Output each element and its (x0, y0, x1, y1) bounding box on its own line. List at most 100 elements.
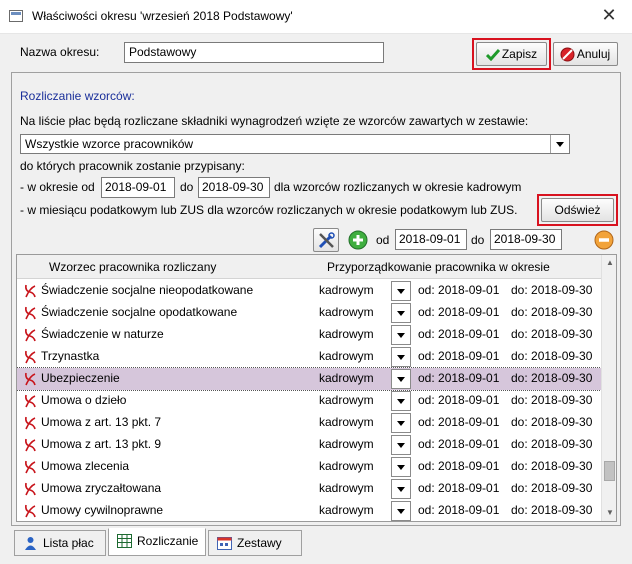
document-icon (25, 394, 36, 408)
table-row[interactable]: Umowa z art. 13 pkt. 7 kadrowym od: 2018-0… (17, 412, 601, 434)
template-name: Umowy cywilnoprawne (41, 503, 164, 517)
table-row[interactable]: Umowa o dzieło kadrowym od: 2018-09-01 do: … (17, 390, 601, 412)
assignment-dropdown[interactable] (391, 457, 411, 477)
check-icon (486, 49, 500, 61)
tools-button[interactable] (313, 228, 339, 252)
template-name: Świadczenie socjalne opodatkowane (41, 305, 238, 319)
period-to-date[interactable]: 2018-09-30 (198, 177, 270, 198)
table-row[interactable]: Trzynastka kadrowym od: 2018-09-01 do: 2018… (17, 346, 601, 368)
assignment-dropdown[interactable] (391, 435, 411, 455)
grid-header: Wzorzec pracownika rozliczany Przyporząd… (17, 255, 601, 279)
period-name-input[interactable]: Podstawowy (124, 42, 384, 63)
tab-rozliczanie[interactable]: Rozliczanie (108, 528, 206, 556)
tab-label: Zestawy (237, 536, 282, 550)
tax-month-text: - w miesiącu podatkowym lub ZUS dla wzor… (20, 203, 518, 217)
add-button[interactable] (348, 230, 368, 250)
table-row[interactable]: Umowa zlecenia kadrowym od: 2018-09-01 do: … (17, 456, 601, 478)
period-from-prefix: - w okresie od (20, 180, 95, 194)
table-row[interactable]: Umowy cywilnoprawne kadrowym od: 2018-09-0… (17, 500, 601, 521)
template-grid: Wzorzec pracownika rozliczany Przyporząd… (16, 254, 617, 522)
assignment-to: do: 2018-09-30 (511, 503, 593, 517)
assignment-type: kadrowym (319, 415, 374, 429)
assignment-dropdown[interactable] (391, 479, 411, 499)
set-select-value: Wszystkie wzorce pracowników (25, 137, 194, 151)
close-button[interactable]: ✕ (586, 0, 632, 33)
template-name: Ubezpieczenie (41, 371, 120, 385)
assignment-from: od: 2018-09-01 (418, 349, 500, 363)
document-icon (25, 482, 36, 496)
assignment-from: od: 2018-09-01 (418, 481, 500, 495)
assignment-type: kadrowym (319, 305, 374, 319)
vertical-scrollbar[interactable]: ▲ ▼ (601, 255, 616, 521)
assignment-from: od: 2018-09-01 (418, 503, 500, 517)
assignment-from: od: 2018-09-01 (418, 327, 500, 341)
tab-zestawy[interactable]: Zestawy (208, 530, 302, 556)
spreadsheet-icon (117, 534, 132, 548)
filter-do-label: do (471, 233, 485, 247)
filter-to-date[interactable]: 2018-09-30 (490, 229, 562, 250)
assignment-type: kadrowym (319, 437, 374, 451)
assignment-to: do: 2018-09-30 (511, 371, 593, 385)
refresh-button[interactable]: Odśwież (541, 198, 614, 222)
assignment-dropdown[interactable] (391, 281, 411, 301)
column-header-assignment[interactable]: Przyporządkowanie pracownika w okresie (327, 260, 550, 274)
cancel-label: Anuluj (576, 47, 611, 61)
table-row[interactable]: Umowa z art. 13 pkt. 9 kadrowym od: 2018-0… (17, 434, 601, 456)
cancel-icon (560, 47, 575, 62)
window-title: Właściwości okresu 'wrzesień 2018 Podsta… (32, 9, 293, 23)
assign-text: do których pracownik zostanie przypisany… (20, 159, 245, 173)
assignment-dropdown[interactable] (391, 501, 411, 521)
template-name: Umowa z art. 13 pkt. 9 (41, 437, 162, 451)
table-row[interactable]: Świadczenie w naturze kadrowym od: 2018-09… (17, 324, 601, 346)
table-row[interactable]: Umowa zryczałtowana kadrowym od: 2018-09-0… (17, 478, 601, 500)
assignment-from: od: 2018-09-01 (418, 415, 500, 429)
template-name: Umowa o dzieło (41, 393, 127, 407)
filter-od-label: od (376, 233, 390, 247)
assignment-to: do: 2018-09-30 (511, 415, 593, 429)
assignment-to: do: 2018-09-30 (511, 327, 593, 341)
period-name-label: Nazwa okresu: (20, 45, 100, 59)
remove-icon (594, 230, 614, 250)
document-icon (25, 350, 36, 364)
assignment-dropdown[interactable] (391, 369, 411, 389)
document-icon (25, 328, 36, 342)
cancel-button[interactable]: Anuluj (553, 42, 618, 66)
assignment-dropdown[interactable] (391, 303, 411, 323)
template-name: Świadczenie socjalne nieopodatkowane (41, 283, 254, 297)
table-row[interactable]: Ubezpieczenie kadrowym od: 2018-09-01 do: 2… (17, 367, 602, 391)
save-button[interactable]: Zapisz (476, 42, 547, 66)
filter-from-date[interactable]: 2018-09-01 (395, 229, 467, 250)
chevron-down-icon (550, 135, 569, 153)
assignment-dropdown[interactable] (391, 391, 411, 411)
assignment-type: kadrowym (319, 459, 374, 473)
tab-lista-plac[interactable]: Lista płac (14, 530, 106, 556)
table-row[interactable]: Świadczenie socjalne nieopodatkowane kadr… (17, 280, 601, 302)
column-header-template[interactable]: Wzorzec pracownika rozliczany (49, 260, 216, 274)
document-icon (25, 416, 36, 430)
period-do-label: do (180, 180, 194, 194)
assignment-from: od: 2018-09-01 (418, 459, 500, 473)
assignment-type: kadrowym (319, 503, 374, 517)
table-row[interactable]: Świadczenie socjalne opodatkowane kadrowy… (17, 302, 601, 324)
period-suffix: dla wzorców rozliczanych w okresie kadro… (274, 180, 522, 194)
assignment-to: do: 2018-09-30 (511, 459, 593, 473)
assignment-type: kadrowym (319, 481, 374, 495)
remove-button[interactable] (594, 230, 614, 250)
template-name: Umowa zryczałtowana (41, 481, 162, 495)
document-icon (25, 284, 36, 298)
assignment-dropdown[interactable] (391, 413, 411, 433)
document-icon (25, 504, 36, 518)
assignment-dropdown[interactable] (391, 347, 411, 367)
assignment-from: od: 2018-09-01 (418, 371, 500, 385)
window-icon (9, 10, 23, 22)
period-from-date[interactable]: 2018-09-01 (101, 177, 175, 198)
assignment-type: kadrowym (319, 349, 374, 363)
tab-label: Rozliczanie (137, 534, 199, 548)
assignment-to: do: 2018-09-30 (511, 283, 593, 297)
scroll-down-icon[interactable]: ▼ (602, 505, 616, 521)
set-select[interactable]: Wszystkie wzorce pracowników (20, 134, 570, 154)
assignment-to: do: 2018-09-30 (511, 481, 593, 495)
scroll-thumb[interactable] (604, 461, 615, 481)
scroll-up-icon[interactable]: ▲ (602, 255, 616, 271)
assignment-dropdown[interactable] (391, 325, 411, 345)
